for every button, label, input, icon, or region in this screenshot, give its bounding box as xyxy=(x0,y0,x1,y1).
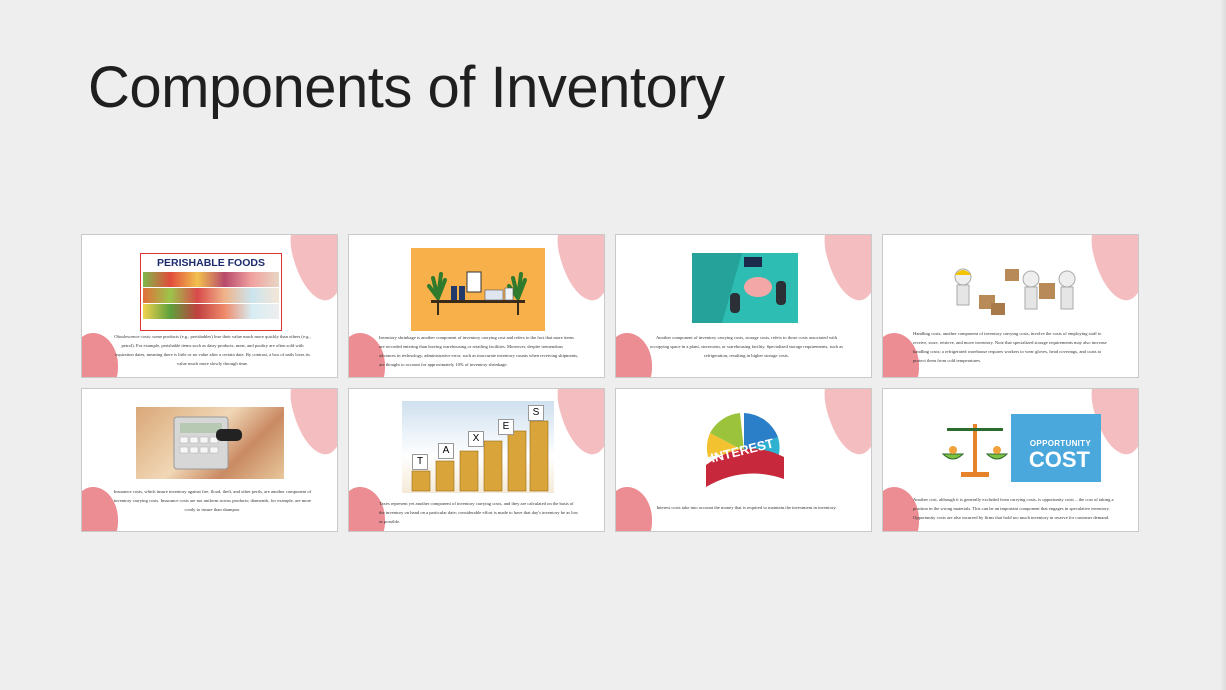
slide-caption: Another cost, although it is generally e… xyxy=(913,497,1114,520)
shelf-image xyxy=(411,248,545,331)
tile-letter: E xyxy=(498,419,514,435)
decor-blob xyxy=(817,235,871,306)
food-row xyxy=(143,272,279,287)
slide-caption: Another component of inventory carrying … xyxy=(650,335,843,358)
decor-blob xyxy=(817,389,871,460)
interest-image: INTEREST xyxy=(700,407,788,499)
food-row xyxy=(143,288,279,303)
decor-blob xyxy=(283,235,337,306)
storage-image xyxy=(692,253,798,323)
thumbnail-taxes[interactable]: T A X E S Taxes represent yet another co… xyxy=(348,388,605,532)
thumbnail-opportunity[interactable]: OPPORTUNITY COST Another cost, although … xyxy=(882,388,1139,532)
workers-boxes-illustration xyxy=(954,268,1076,315)
slide-caption: Interest costs take into account the mon… xyxy=(656,505,837,510)
perishable-foods-image: PERISHABLE FOODS xyxy=(140,253,282,331)
taxes-image: T A X E S xyxy=(402,401,554,493)
tile-letter: X xyxy=(468,431,484,447)
thumbnail-perishable[interactable]: PERISHABLE FOODS Obsolescence costs: som… xyxy=(81,234,338,378)
thumbnail-interest[interactable]: INTEREST Interest costs take into accoun… xyxy=(615,388,872,532)
thumbnail-grid: PERISHABLE FOODS Obsolescence costs: som… xyxy=(81,234,1141,535)
insurance-image xyxy=(136,407,284,479)
decor-blob xyxy=(550,389,604,460)
perishable-foods-label: PERISHABLE FOODS xyxy=(157,257,265,269)
tile-letter: A xyxy=(438,443,454,459)
decor-blob xyxy=(550,235,604,306)
slide-title: Components of Inventory xyxy=(88,55,725,120)
window-edge xyxy=(1220,0,1226,690)
thumbnail-handling[interactable]: Handling costs, another component of inv… xyxy=(882,234,1139,378)
opportunity-image: OPPORTUNITY COST xyxy=(939,414,1101,482)
decor-blob xyxy=(1084,235,1138,306)
handling-image xyxy=(939,265,1085,319)
thumbnail-storage[interactable]: Another component of inventory carrying … xyxy=(615,234,872,378)
calculator-car-illustration xyxy=(173,416,242,470)
slide-caption: Insurance costs, which insure inventory … xyxy=(113,489,312,512)
thumbnail-insurance[interactable]: Insurance costs, which insure inventory … xyxy=(81,388,338,532)
decor-blob xyxy=(283,389,337,460)
slide-caption: Handling costs, another component of inv… xyxy=(913,331,1107,363)
cost-label: COST xyxy=(1028,447,1090,472)
slide-caption: Obsolescence costs: some products (e.g.,… xyxy=(114,334,311,366)
tile-letter: T xyxy=(412,454,428,470)
tile-letter: S xyxy=(528,405,544,421)
shelf-illustration xyxy=(427,271,527,315)
slide-caption: Inventory shrinkage is another component… xyxy=(379,335,579,367)
piggy-bank-illustration xyxy=(692,253,786,323)
slide-caption: Taxes represent yet another component of… xyxy=(379,501,579,524)
food-row xyxy=(143,304,279,319)
thumbnail-shrinkage[interactable]: Inventory shrinkage is another component… xyxy=(348,234,605,378)
